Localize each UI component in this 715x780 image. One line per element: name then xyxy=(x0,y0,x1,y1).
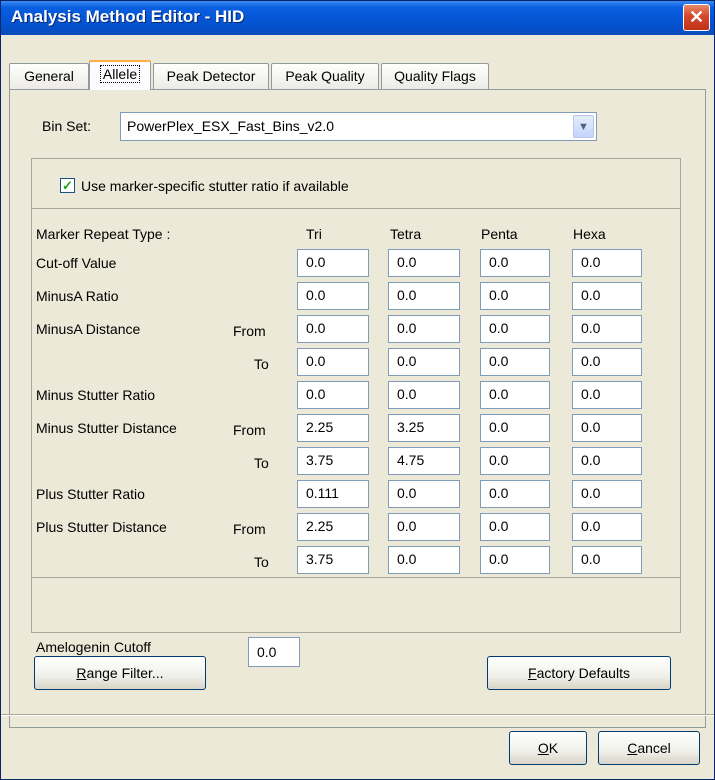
stutter-checkbox-label[interactable]: Use marker-specific stutter ratio if ava… xyxy=(81,178,349,194)
value-input-tri[interactable]: 0.0 xyxy=(297,249,369,277)
row-range-label: From xyxy=(233,521,266,537)
column-header-hexa: Hexa xyxy=(573,226,606,242)
separator xyxy=(1,714,714,716)
tab-general[interactable]: General xyxy=(9,63,89,89)
bin-set-label: Bin Set: xyxy=(42,118,92,134)
marker-repeat-type-label: Marker Repeat Type : xyxy=(36,226,171,242)
tab-peak-quality[interactable]: Peak Quality xyxy=(271,63,379,89)
value-input-tetra[interactable]: 0.0 xyxy=(388,513,460,541)
value-input-penta[interactable]: 0.0 xyxy=(480,480,550,508)
row-label: Plus Stutter Ratio xyxy=(36,486,145,502)
range-filter-mnemonic: R xyxy=(76,665,87,681)
value-input-tri[interactable]: 0.111 xyxy=(297,480,369,508)
factory-defaults-mnemonic: F xyxy=(528,665,537,681)
value-input-hexa[interactable]: 0.0 xyxy=(572,546,642,574)
bin-set-dropdown[interactable]: PowerPlex_ESX_Fast_Bins_v2.0 ▼ xyxy=(120,112,597,141)
row-label: Cut-off Value xyxy=(36,255,117,271)
range-filter-label: ange Filter... xyxy=(86,665,164,681)
title-bar[interactable]: Analysis Method Editor - HID ✕ xyxy=(1,1,714,35)
value-input-hexa[interactable]: 0.0 xyxy=(572,480,642,508)
ok-button[interactable]: OK xyxy=(509,731,587,765)
close-icon[interactable]: ✕ xyxy=(683,4,710,31)
value-input-tetra[interactable]: 0.0 xyxy=(388,480,460,508)
cancel-button[interactable]: Cancel xyxy=(598,731,700,765)
row-range-label: From xyxy=(233,323,266,339)
tab-general-label: General xyxy=(24,68,74,84)
column-header-tetra: Tetra xyxy=(390,226,422,242)
value-input-hexa[interactable]: 0.0 xyxy=(572,447,642,475)
value-input-tetra[interactable]: 0.0 xyxy=(388,546,460,574)
value-input-tetra[interactable]: 0.0 xyxy=(388,381,460,409)
value-input-tri[interactable]: 0.0 xyxy=(297,381,369,409)
tab-allele[interactable]: Allele xyxy=(89,60,151,90)
value-input-tri[interactable]: 0.0 xyxy=(297,348,369,376)
column-header-tri: Tri xyxy=(306,226,322,242)
stutter-checkbox[interactable]: ✓ xyxy=(60,178,75,193)
row-label: Minus Stutter Ratio xyxy=(36,387,156,403)
tab-peak-detector[interactable]: Peak Detector xyxy=(153,63,269,89)
value-input-tri[interactable]: 2.25 xyxy=(297,513,369,541)
cancel-mnemonic: C xyxy=(627,740,638,756)
row-label: MinusA Ratio xyxy=(36,288,119,304)
tab-quality-flags[interactable]: Quality Flags xyxy=(381,63,489,89)
tab-peak-quality-label: Peak Quality xyxy=(285,68,365,84)
row-range-label: From xyxy=(233,422,266,438)
chevron-down-icon[interactable]: ▼ xyxy=(573,115,594,138)
row-range-label: To xyxy=(254,455,269,471)
value-input-tri[interactable]: 0.0 xyxy=(297,315,369,343)
row-label: Plus Stutter Distance xyxy=(36,519,167,535)
tab-quality-flags-label: Quality Flags xyxy=(394,68,476,84)
value-input-tetra[interactable]: 4.75 xyxy=(388,447,460,475)
row-label: MinusA Distance xyxy=(36,321,141,337)
value-input-hexa[interactable]: 0.0 xyxy=(572,315,642,343)
factory-defaults-button[interactable]: Factory Defaults xyxy=(487,656,671,690)
value-input-penta[interactable]: 0.0 xyxy=(480,381,550,409)
factory-defaults-label: actory Defaults xyxy=(536,665,630,681)
amelogenin-cutoff-label: Amelogenin Cutoff xyxy=(36,639,151,655)
value-input-penta[interactable]: 0.0 xyxy=(480,315,550,343)
value-input-hexa[interactable]: 0.0 xyxy=(572,249,642,277)
ok-label: K xyxy=(548,740,559,756)
window-title: Analysis Method Editor - HID xyxy=(11,7,245,26)
value-input-penta[interactable]: 0.0 xyxy=(480,546,550,574)
value-input-tri[interactable]: 3.75 xyxy=(297,546,369,574)
row-label: Minus Stutter Distance xyxy=(36,420,177,436)
value-input-hexa[interactable]: 0.0 xyxy=(572,513,642,541)
row-range-label: To xyxy=(254,356,269,372)
tab-peak-detector-label: Peak Detector xyxy=(166,68,256,84)
value-input-tri[interactable]: 0.0 xyxy=(297,282,369,310)
value-input-hexa[interactable]: 0.0 xyxy=(572,381,642,409)
value-input-penta[interactable]: 0.0 xyxy=(480,282,550,310)
range-filter-button[interactable]: Range Filter... xyxy=(34,656,206,690)
value-input-hexa[interactable]: 0.0 xyxy=(572,348,642,376)
value-input-tetra[interactable]: 0.0 xyxy=(388,249,460,277)
row-range-label: To xyxy=(254,554,269,570)
value-input-tetra[interactable]: 0.0 xyxy=(388,315,460,343)
value-input-hexa[interactable]: 0.0 xyxy=(572,282,642,310)
value-input-hexa[interactable]: 0.0 xyxy=(572,414,642,442)
value-input-penta[interactable]: 0.0 xyxy=(480,414,550,442)
column-header-penta: Penta xyxy=(481,226,518,242)
cancel-label: ancel xyxy=(637,740,671,756)
value-input-penta[interactable]: 0.0 xyxy=(480,348,550,376)
amelogenin-cutoff-input[interactable]: 0.0 xyxy=(248,637,300,667)
value-input-tetra[interactable]: 0.0 xyxy=(388,282,460,310)
ok-mnemonic: O xyxy=(537,740,549,756)
value-input-penta[interactable]: 0.0 xyxy=(480,447,550,475)
value-input-tri[interactable]: 2.25 xyxy=(297,414,369,442)
value-input-penta[interactable]: 0.0 xyxy=(480,249,550,277)
bin-set-value: PowerPlex_ESX_Fast_Bins_v2.0 xyxy=(127,118,334,134)
value-input-tetra[interactable]: 3.25 xyxy=(388,414,460,442)
value-input-tri[interactable]: 3.75 xyxy=(297,447,369,475)
tab-allele-label: Allele xyxy=(99,65,141,83)
value-input-penta[interactable]: 0.0 xyxy=(480,513,550,541)
value-input-tetra[interactable]: 0.0 xyxy=(388,348,460,376)
dialog-window: Analysis Method Editor - HID ✕ General A… xyxy=(0,0,715,780)
